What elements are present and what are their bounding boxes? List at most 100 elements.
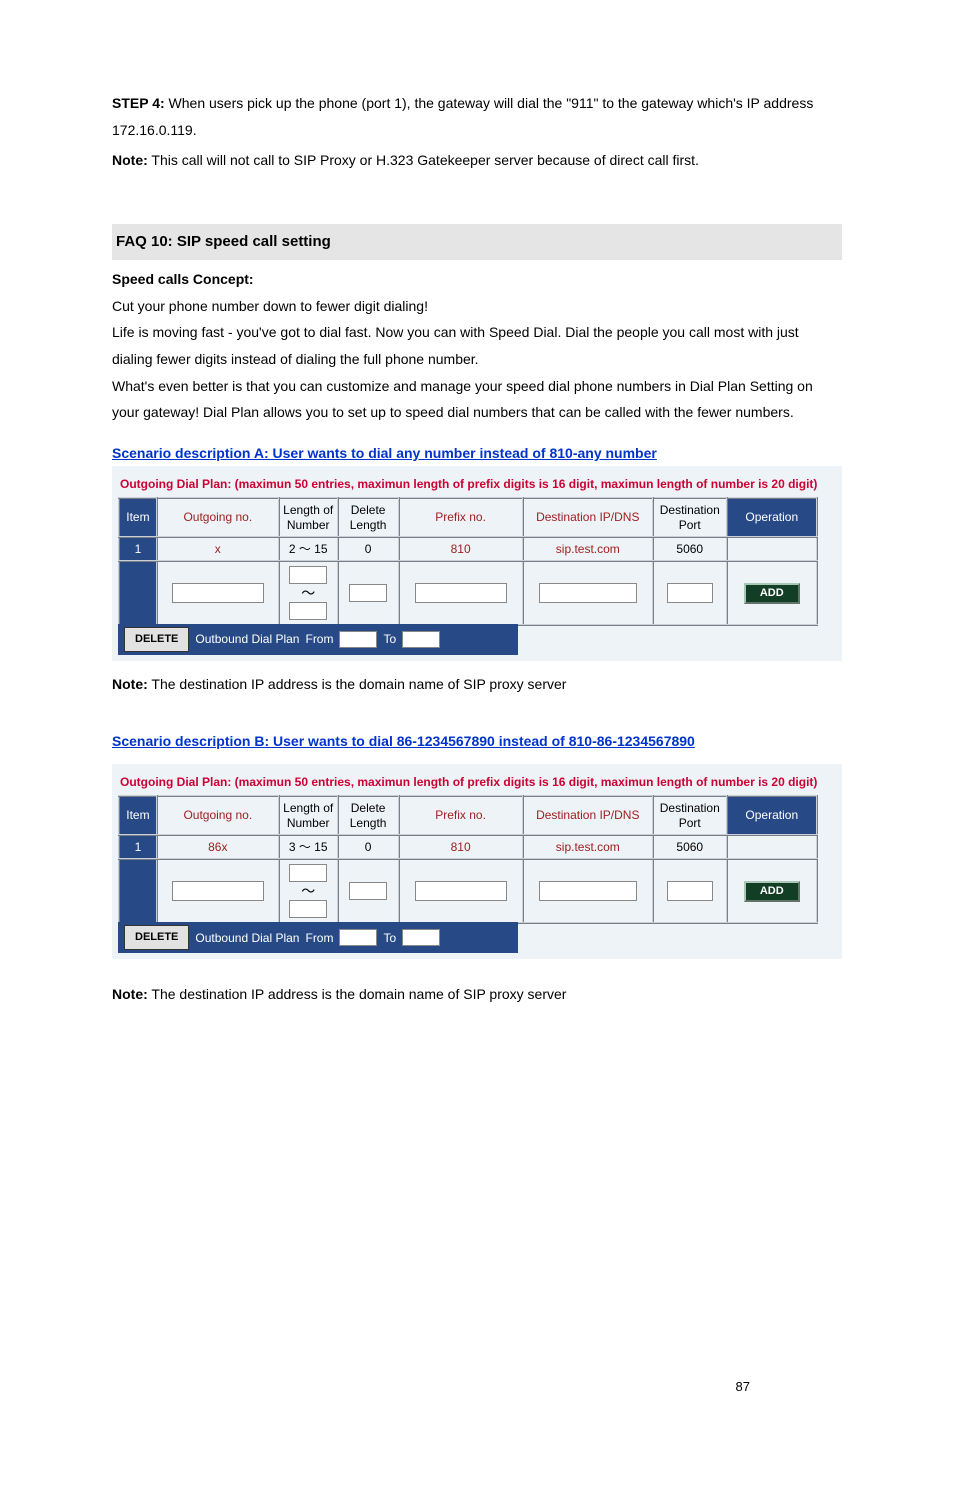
- dialplan-table-a: Item Outgoing no. Length of Number Delet…: [118, 497, 818, 626]
- table-row: 1 86x 3 ～ 15 0 810 sip.test.com 5060: [119, 835, 817, 859]
- add-button[interactable]: ADD: [744, 881, 800, 902]
- outgoing-input-cell: [157, 561, 279, 625]
- length-max-input[interactable]: [289, 900, 327, 918]
- table-input-row: ～ ADD: [119, 859, 817, 923]
- col-dest-port: Destination Port: [653, 498, 727, 537]
- destip-input[interactable]: [539, 583, 637, 603]
- intro-note-label: Note:: [112, 152, 148, 168]
- prefix-input[interactable]: [415, 881, 507, 901]
- delete-length-input[interactable]: [349, 882, 387, 900]
- destport-input[interactable]: [667, 583, 713, 603]
- col-dest-ip: Destination IP/DNS: [523, 796, 653, 835]
- outgoing-input-cell: [157, 859, 279, 923]
- to-label: To: [383, 927, 396, 950]
- cell-dest-ip: sip.test.com: [523, 537, 653, 561]
- outgoing-input[interactable]: [172, 881, 264, 901]
- prefix-input-cell: [399, 859, 523, 923]
- cell-delete-length: 0: [338, 537, 399, 561]
- step4-line: STEP 4: When users pick up the phone (po…: [112, 90, 842, 143]
- table-input-row: ～ ADD: [119, 561, 817, 625]
- step4-text: When users pick up the phone (port 1), t…: [112, 95, 813, 138]
- to-input[interactable]: [402, 929, 440, 946]
- dialplan-table-b: Item Outgoing no. Length of Number Delet…: [118, 795, 818, 924]
- scenario-b-caption: Outgoing Dial Plan: (maximun 50 entries,…: [120, 774, 834, 791]
- to-input[interactable]: [402, 631, 440, 648]
- note-label: Note:: [112, 986, 148, 1002]
- scenario-b-note: Note: The destination IP address is the …: [112, 981, 842, 1008]
- add-button[interactable]: ADD: [744, 583, 800, 604]
- col-item: Item: [119, 796, 157, 835]
- delete-length-input-cell: [338, 859, 399, 923]
- from-input[interactable]: [339, 631, 377, 648]
- note-text: The destination IP address is the domain…: [148, 676, 567, 692]
- cell-dest-port: 5060: [653, 835, 727, 859]
- outgoing-input[interactable]: [172, 583, 264, 603]
- table-header-row: Item Outgoing no. Length of Number Delet…: [119, 498, 817, 537]
- cell-dest-ip: sip.test.com: [523, 835, 653, 859]
- outbound-dial-plan-label: Outbound Dial Plan: [195, 628, 299, 651]
- add-button-cell: ADD: [727, 561, 817, 625]
- col-length: Length of Number: [279, 796, 338, 835]
- cell-item: 1: [119, 537, 157, 561]
- col-outgoing: Outgoing no.: [157, 796, 279, 835]
- prefix-input[interactable]: [415, 583, 507, 603]
- col-delete-length: Delete Length: [338, 796, 399, 835]
- outbound-dial-plan-label: Outbound Dial Plan: [195, 927, 299, 950]
- col-outgoing: Outgoing no.: [157, 498, 279, 537]
- faq-p2: Life is moving fast - you've got to dial…: [112, 319, 842, 372]
- cell-item-blank: [119, 859, 157, 923]
- col-dest-ip: Destination IP/DNS: [523, 498, 653, 537]
- table-header-row: Item Outgoing no. Length of Number Delet…: [119, 796, 817, 835]
- delete-button[interactable]: DELETE: [124, 925, 189, 950]
- note-label: Note:: [112, 676, 148, 692]
- col-length: Length of Number: [279, 498, 338, 537]
- cell-op-blank: [727, 537, 817, 561]
- destport-input[interactable]: [667, 881, 713, 901]
- scenario-a-panel: Outgoing Dial Plan: (maximun 50 entries,…: [112, 466, 842, 661]
- scenario-b-panel: Outgoing Dial Plan: (maximun 50 entries,…: [112, 764, 842, 959]
- to-label: To: [383, 628, 396, 651]
- cell-length: 3 ～ 15: [279, 835, 338, 859]
- tilde-icon: ～: [301, 884, 315, 898]
- delete-range-row: DELETE Outbound Dial Plan From To: [118, 624, 518, 655]
- cell-delete-length: 0: [338, 835, 399, 859]
- scenario-a-title: Scenario description A: User wants to di…: [112, 440, 842, 467]
- from-label: From: [305, 927, 333, 950]
- length-max-input[interactable]: [289, 602, 327, 620]
- scenario-a-note: Note: The destination IP address is the …: [112, 671, 842, 698]
- destport-input-cell: [653, 561, 727, 625]
- destport-input-cell: [653, 859, 727, 923]
- add-button-cell: ADD: [727, 859, 817, 923]
- cell-dest-port: 5060: [653, 537, 727, 561]
- scenario-b-title: Scenario description B: User wants to di…: [112, 728, 842, 755]
- col-item: Item: [119, 498, 157, 537]
- speed-concept-title: Speed calls Concept:: [112, 266, 842, 293]
- destip-input-cell: [523, 561, 653, 625]
- col-prefix: Prefix no.: [399, 796, 523, 835]
- col-operation: Operation: [727, 498, 817, 537]
- delete-button[interactable]: DELETE: [124, 627, 189, 652]
- from-input[interactable]: [339, 929, 377, 946]
- cell-length: 2 ～ 15: [279, 537, 338, 561]
- faq-p3: What's even better is that you can custo…: [112, 373, 842, 426]
- length-input-cell: ～: [279, 859, 338, 923]
- intro-note-line: Note: This call will not call to SIP Pro…: [112, 147, 842, 174]
- destip-input[interactable]: [539, 881, 637, 901]
- cell-outgoing: 86x: [157, 835, 279, 859]
- length-min-input[interactable]: [289, 566, 327, 584]
- tilde-icon: ～: [301, 586, 315, 600]
- delete-length-input[interactable]: [349, 584, 387, 602]
- cell-prefix: 810: [399, 835, 523, 859]
- cell-item: 1: [119, 835, 157, 859]
- prefix-input-cell: [399, 561, 523, 625]
- length-min-input[interactable]: [289, 864, 327, 882]
- delete-range-row: DELETE Outbound Dial Plan From To: [118, 922, 518, 953]
- intro-note-text: This call will not call to SIP Proxy or …: [148, 152, 699, 168]
- cell-outgoing: x: [157, 537, 279, 561]
- col-prefix: Prefix no.: [399, 498, 523, 537]
- cell-item-blank: [119, 561, 157, 625]
- delete-length-input-cell: [338, 561, 399, 625]
- destip-input-cell: [523, 859, 653, 923]
- page-number: 87: [736, 1375, 750, 1400]
- cell-op-blank: [727, 835, 817, 859]
